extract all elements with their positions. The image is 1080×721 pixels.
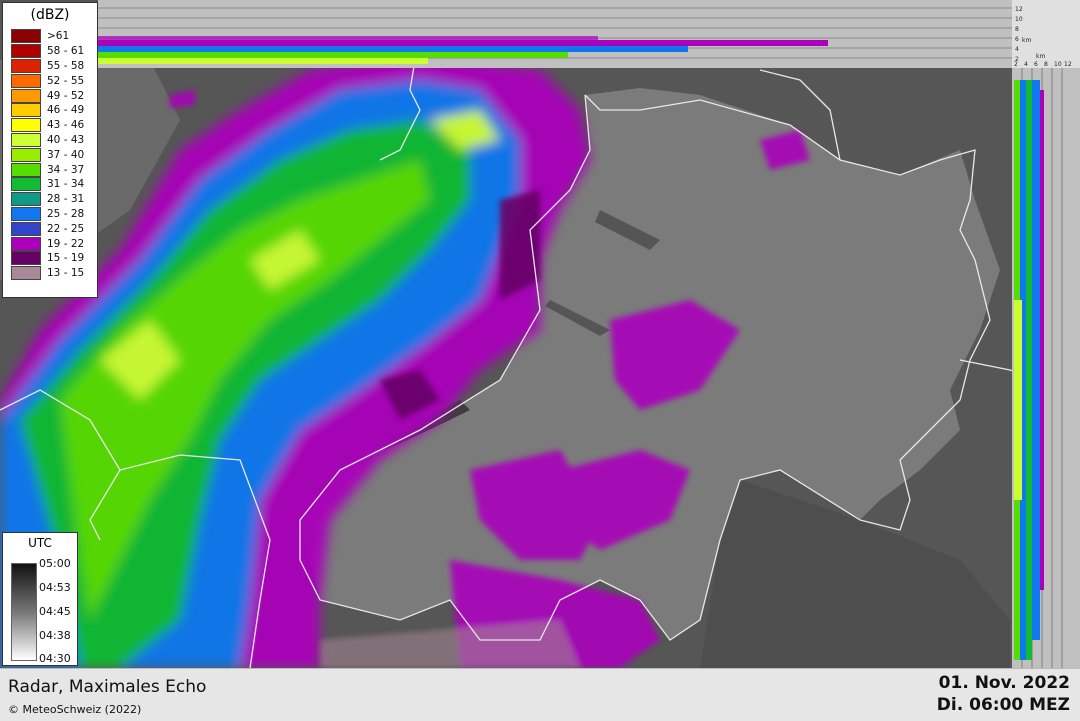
legend-swatch (11, 206, 41, 221)
legend-swatch (11, 192, 41, 207)
legend-item: 40 - 43 (3, 132, 97, 148)
legend-label: 31 - 34 (47, 178, 85, 191)
utc-tick: 04:30 (39, 652, 71, 665)
footer: Radar, Maximales Echo © MeteoSchweiz (20… (0, 668, 1080, 721)
utc-tick: 05:00 (39, 557, 71, 570)
date-label: 01. Nov. 2022 (938, 673, 1070, 693)
legend-item: 58 - 61 (3, 44, 97, 59)
legend-label: 34 - 37 (47, 163, 85, 176)
copyright: © MeteoSchweiz (2022) (8, 703, 142, 716)
legend-label: 55 - 58 (47, 59, 85, 72)
legend-swatch (11, 29, 41, 44)
utc-title: UTC (28, 536, 52, 550)
utc-gradient-bar (11, 563, 37, 661)
utc-legend: UTC 05:00 04:53 04:45 04:38 04:30 (2, 532, 78, 666)
legend-label: >61 (47, 30, 70, 43)
legend-label: 40 - 43 (47, 133, 85, 146)
svg-text:10: 10 (1054, 61, 1062, 68)
legend-label: 49 - 52 (47, 89, 85, 102)
legend-label: 15 - 19 (47, 252, 85, 265)
legend-swatch (11, 44, 41, 59)
legend-swatch (11, 88, 41, 103)
legend-swatch (11, 132, 41, 147)
time-label: Di. 06:00 MEZ (936, 695, 1070, 715)
legend-swatch (11, 177, 41, 192)
legend-item: 13 - 15 (3, 266, 97, 281)
legend-item: 31 - 34 (3, 177, 97, 192)
legend-label: 46 - 49 (47, 104, 85, 117)
legend-item: 25 - 28 (3, 206, 97, 222)
legend-title: (dBZ) (30, 7, 70, 23)
legend-swatch (11, 236, 41, 251)
legend-swatch (11, 266, 41, 281)
radar-map: 12 10 8 6 4 2 km km 2 4 6 8 10 12 (0, 0, 1080, 668)
svg-text:km: km (1036, 53, 1045, 60)
legend-swatch (11, 103, 41, 118)
top-profile: 12 10 8 6 4 2 km km (98, 0, 1080, 68)
svg-text:12: 12 (1015, 6, 1023, 13)
legend-item: 43 - 46 (3, 118, 97, 133)
legend-swatch (11, 58, 41, 73)
legend-item: >61 (3, 29, 97, 44)
legend-label: 28 - 31 (47, 193, 85, 206)
svg-text:2: 2 (1014, 61, 1018, 68)
legend-item: 19 - 22 (3, 236, 97, 251)
dbz-legend: (dBZ) >61 58 - 61 55 - 58 52 - 55 49 - 52 46 … (2, 2, 98, 298)
product-title: Radar, Maximales Echo (8, 677, 207, 697)
legend-swatch (11, 251, 41, 266)
svg-text:12: 12 (1064, 61, 1072, 68)
legend-item: 15 - 19 (3, 251, 97, 266)
legend-swatch (11, 162, 41, 177)
svg-text:8: 8 (1015, 26, 1019, 33)
svg-text:8: 8 (1044, 61, 1048, 68)
legend-label: 37 - 40 (47, 148, 85, 161)
svg-text:10: 10 (1015, 16, 1023, 23)
legend-swatch (11, 147, 41, 162)
svg-text:6: 6 (1034, 61, 1038, 68)
utc-tick: 04:45 (39, 605, 71, 618)
svg-text:4: 4 (1015, 46, 1019, 53)
legend-label: 22 - 25 (47, 222, 85, 235)
legend-item: 37 - 40 (3, 147, 97, 162)
legend-item: 34 - 37 (3, 162, 97, 177)
legend-label: 25 - 28 (47, 207, 85, 220)
utc-tick: 04:38 (39, 629, 71, 642)
legend-item: 49 - 52 (3, 88, 97, 103)
svg-text:6: 6 (1015, 36, 1019, 43)
legend-item: 46 - 49 (3, 103, 97, 118)
utc-tick: 04:53 (39, 581, 71, 594)
legend-item: 28 - 31 (3, 192, 97, 207)
legend-swatch (11, 73, 41, 88)
legend-item: 52 - 55 (3, 73, 97, 88)
legend-item: 22 - 25 (3, 221, 97, 236)
legend-label: 52 - 55 (47, 74, 85, 87)
legend-label: 58 - 61 (47, 45, 85, 58)
side-profile: 2 4 6 8 10 12 (1012, 61, 1080, 668)
legend-label: 13 - 15 (47, 267, 85, 280)
legend-label: 43 - 46 (47, 119, 85, 132)
svg-text:km: km (1022, 37, 1031, 44)
legend-label: 19 - 22 (47, 237, 85, 250)
legend-item: 55 - 58 (3, 58, 97, 74)
legend-swatch (11, 221, 41, 236)
svg-text:4: 4 (1024, 61, 1028, 68)
legend-swatch (11, 118, 41, 133)
